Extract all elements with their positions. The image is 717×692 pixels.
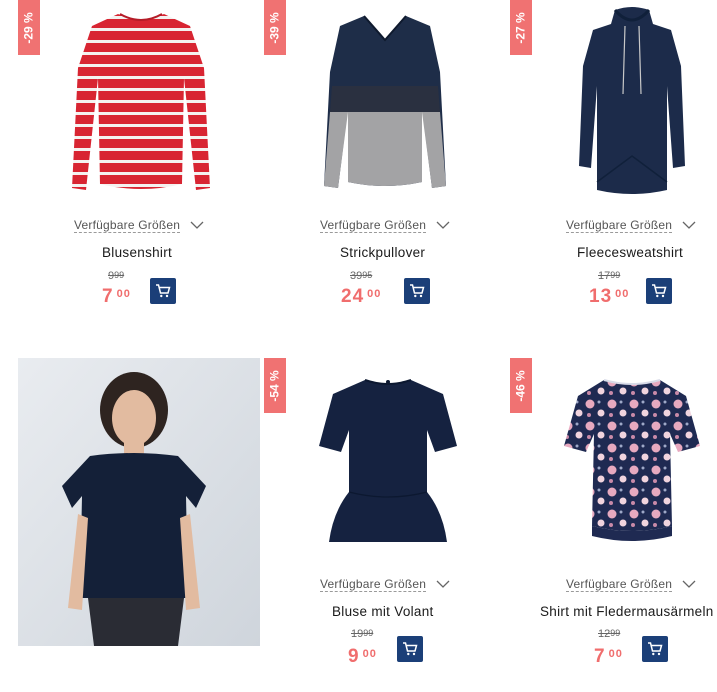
available-sizes-label: Verfügbare Größen: [320, 218, 427, 233]
product-card[interactable]: -27 % Verfügbare Größen Fleecesweatshirt…: [490, 0, 717, 320]
cart-icon: [403, 642, 418, 656]
discount-badge: -46 %: [510, 358, 532, 413]
available-sizes-toggle[interactable]: Verfügbare Größen: [566, 218, 696, 233]
cart-icon: [652, 284, 667, 298]
available-sizes-label: Verfügbare Größen: [566, 577, 673, 592]
product-image[interactable]: [317, 376, 459, 546]
cart-icon: [156, 284, 171, 298]
available-sizes-toggle[interactable]: Verfügbare Größen: [74, 218, 204, 233]
chevron-down-icon: [682, 221, 696, 229]
add-to-cart-button[interactable]: [642, 636, 668, 662]
cart-icon: [410, 284, 425, 298]
sale-price: 7 00: [102, 286, 131, 307]
product-card[interactable]: Verfügbare Größen Bluse mit Volant 1999 …: [295, 358, 490, 678]
product-image[interactable]: [320, 12, 450, 192]
product-name[interactable]: Bluse mit Volant: [332, 604, 434, 619]
sale-price: 7 00: [594, 646, 623, 667]
product-card[interactable]: -54 %: [0, 358, 290, 658]
available-sizes-toggle[interactable]: Verfügbare Größen: [320, 577, 450, 592]
old-price: 1299: [598, 628, 621, 640]
old-price: 1999: [351, 628, 374, 640]
add-to-cart-button[interactable]: [397, 636, 423, 662]
available-sizes-toggle[interactable]: Verfügbare Größen: [566, 577, 696, 592]
product-name[interactable]: Blusenshirt: [102, 245, 172, 260]
old-price: 1799: [598, 270, 621, 282]
old-price: 3995: [350, 270, 373, 282]
discount-badge: -27 %: [510, 0, 532, 55]
available-sizes-label: Verfügbare Größen: [320, 577, 427, 592]
sale-price: 9 00: [348, 646, 377, 667]
product-name[interactable]: Shirt mit Fledermausärmeln: [540, 604, 714, 619]
available-sizes-toggle[interactable]: Verfügbare Größen: [320, 218, 450, 233]
product-card[interactable]: -39 % Verfügbare Größen Strickpullover 3…: [245, 0, 485, 320]
cart-icon: [648, 642, 663, 656]
product-card[interactable]: -46 % Verfügbare Größen Shirt mit Fleder…: [490, 358, 717, 678]
chevron-down-icon: [682, 580, 696, 588]
product-name[interactable]: Fleecesweatshirt: [577, 245, 683, 260]
chevron-down-icon: [190, 221, 204, 229]
available-sizes-label: Verfügbare Größen: [74, 218, 181, 233]
product-image[interactable]: [562, 376, 702, 544]
discount-badge: -29 %: [18, 0, 40, 55]
add-to-cart-button[interactable]: [150, 278, 176, 304]
chevron-down-icon: [436, 580, 450, 588]
discount-badge: -54 %: [264, 358, 286, 413]
add-to-cart-button[interactable]: [404, 278, 430, 304]
sale-price: 13 00: [589, 286, 630, 307]
sale-price: 24 00: [341, 286, 382, 307]
chevron-down-icon: [436, 221, 450, 229]
product-name[interactable]: Strickpullover: [340, 245, 425, 260]
discount-badge: -39 %: [264, 0, 286, 55]
old-price: 999: [108, 270, 125, 282]
product-card[interactable]: -29 % Verfügbare Größen Blusenshirt 999 …: [0, 0, 240, 320]
product-image[interactable]: [70, 8, 212, 194]
available-sizes-label: Verfügbare Größen: [566, 218, 673, 233]
product-image[interactable]: [575, 6, 690, 196]
model-photo[interactable]: [18, 358, 260, 646]
add-to-cart-button[interactable]: [646, 278, 672, 304]
